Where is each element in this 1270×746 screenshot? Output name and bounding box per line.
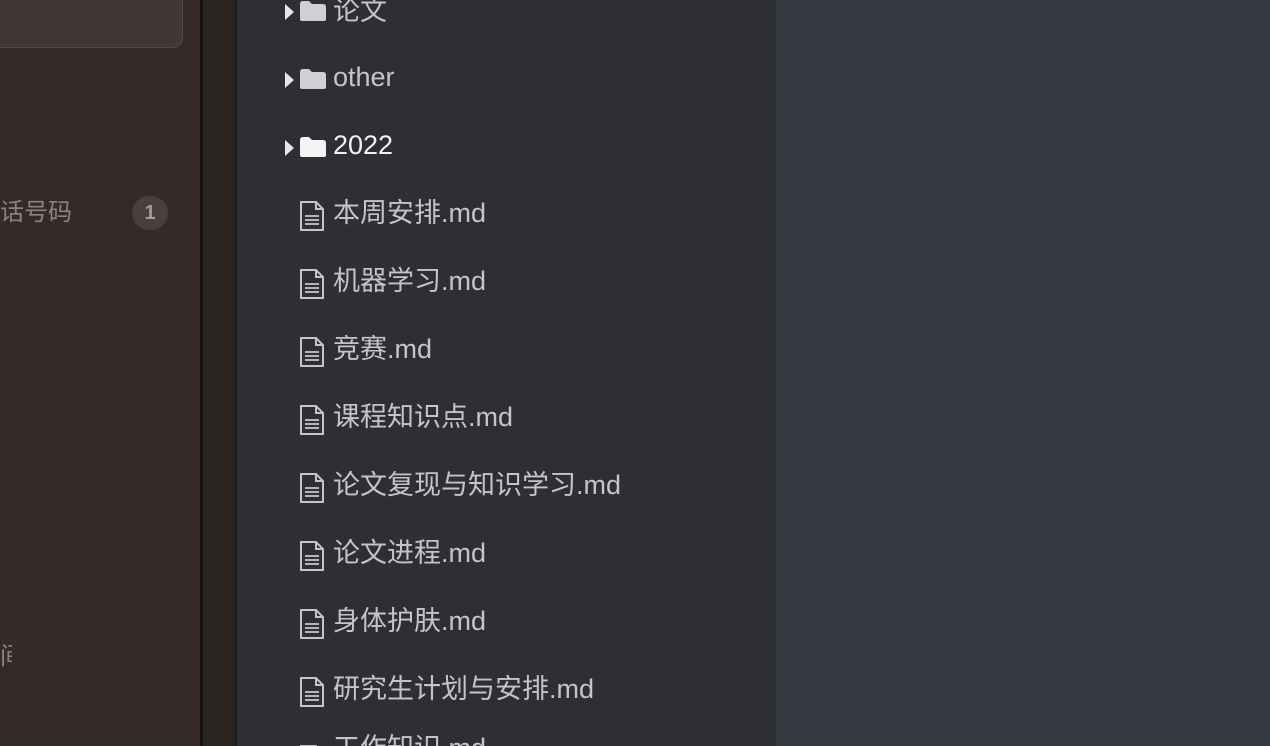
tree-item-label: 工作知识.md (333, 732, 486, 746)
tree-item-label: 论文 (333, 0, 387, 26)
background-row-label: 话号码 (0, 199, 72, 226)
tree-item-label: 2022 (333, 130, 394, 160)
folder-icon (300, 1, 326, 21)
file-icon (300, 609, 324, 639)
tree-item-label: 身体护肤.md (333, 606, 487, 636)
tree-file[interactable]: 本周安排.md (237, 194, 776, 234)
expand-arrow-icon[interactable] (285, 4, 294, 20)
tree-item-label: 竞赛.md (333, 334, 433, 364)
tree-folder-2022[interactable]: 2022 (237, 126, 776, 166)
tree-file[interactable]: 研究生计划与安排.md (237, 670, 776, 710)
file-icon (300, 337, 324, 367)
expand-arrow-icon[interactable] (285, 72, 294, 88)
folder-icon (300, 137, 326, 157)
background-window-panel: 话号码 1 间 (0, 0, 200, 746)
unread-count-badge: 1 (132, 196, 168, 230)
file-icon (300, 473, 324, 503)
tree-file[interactable]: 身体护肤.md (237, 602, 776, 642)
tree-item-label: 机器学习.md (333, 266, 487, 296)
tree-file[interactable]: 论文进程.md (237, 534, 776, 574)
tree-file[interactable]: 课程知识点.md (237, 398, 776, 438)
background-bottom-label: 间 (0, 644, 12, 670)
tree-item-label: 论文进程.md (333, 538, 487, 568)
file-tree: 论文 other 2022 本周安排.md 机器学习.md 竞赛.md 课程知识… (237, 0, 776, 746)
tree-item-label: 论文复现与知识学习.md (333, 470, 622, 500)
tree-item-label: 本周安排.md (333, 198, 487, 228)
sidebar-gutter (203, 0, 237, 746)
tree-item-label: 课程知识点.md (333, 402, 514, 432)
tree-file[interactable]: 机器学习.md (237, 262, 776, 302)
file-icon (300, 677, 324, 707)
tree-file[interactable]: 工作知识.md (237, 733, 776, 746)
background-window-card (0, 0, 183, 48)
background-list-row[interactable]: 话号码 1 (0, 196, 200, 230)
file-icon (300, 201, 324, 231)
tree-file[interactable]: 竞赛.md (237, 330, 776, 370)
file-icon (300, 541, 324, 571)
tree-file[interactable]: 论文复现与知识学习.md (237, 466, 776, 506)
file-icon (300, 405, 324, 435)
tree-folder-other[interactable]: other (237, 58, 776, 98)
tree-folder-lunwen[interactable]: 论文 (237, 0, 776, 30)
screen: 话号码 1 间 论文 other (0, 0, 1270, 746)
tree-item-label: other (333, 62, 395, 92)
editor-area[interactable] (776, 0, 1270, 746)
expand-arrow-icon[interactable] (285, 140, 294, 156)
tree-item-label: 研究生计划与安排.md (333, 674, 595, 704)
folder-icon (300, 69, 326, 89)
file-icon (300, 269, 324, 299)
